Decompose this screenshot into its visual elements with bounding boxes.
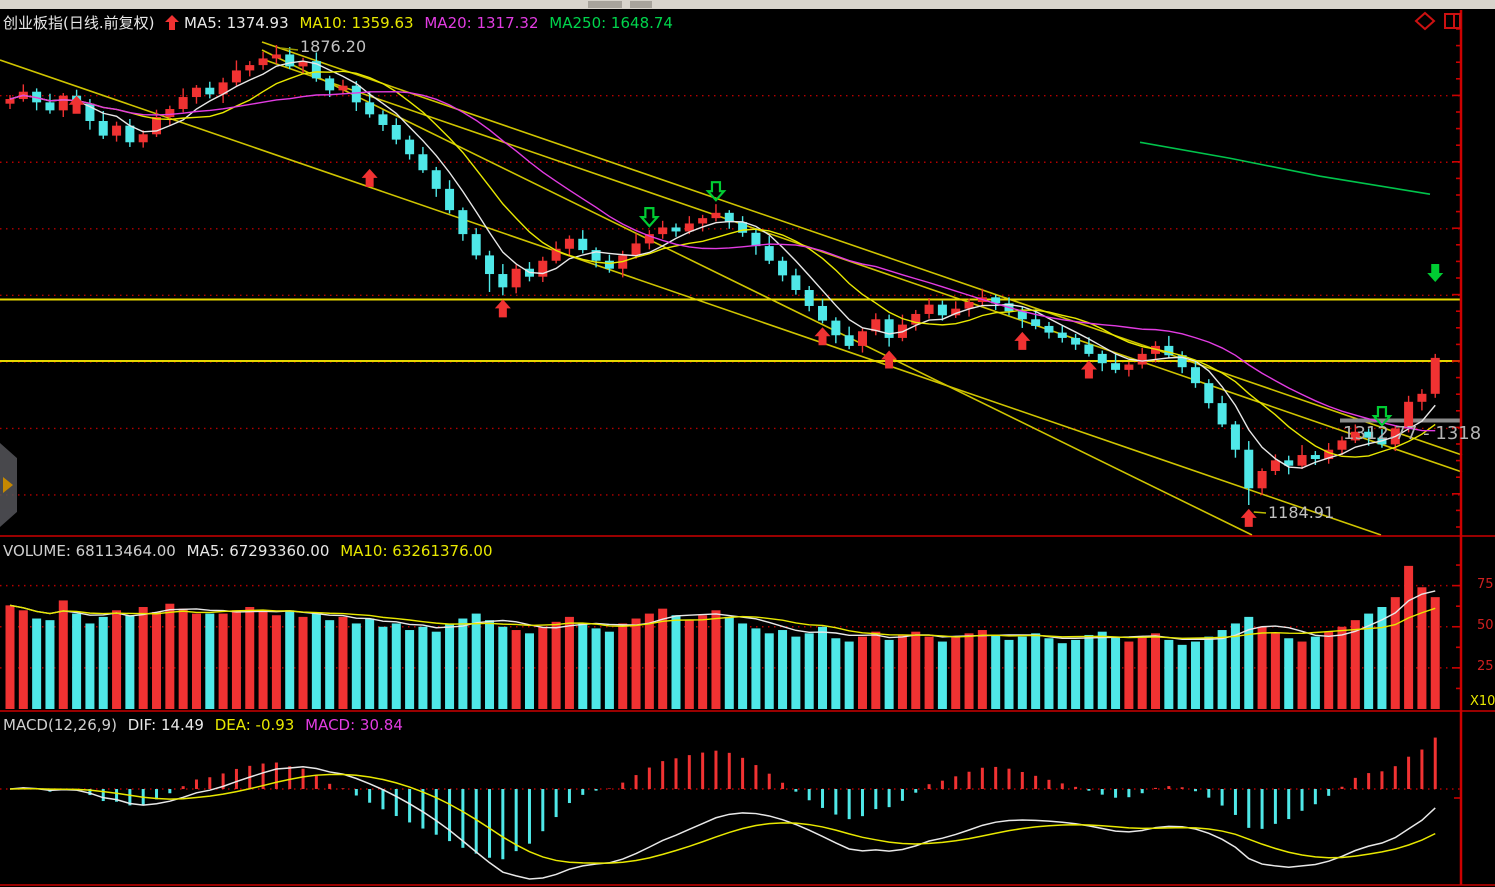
split-window-icon[interactable] [1443,11,1463,31]
price-ma20-line [10,92,1435,431]
dea-value: DEA: -0.93 [215,716,295,734]
volume-ma10-value: MA10: 63261376.00 [340,542,492,560]
ma250-value: MA250: 1648.74 [549,14,673,32]
volume-axis-label-50: 50 [1477,618,1494,633]
trendlines [0,42,1462,535]
high-price-label: 1876.20 [300,37,366,56]
volume-value: VOLUME: 68113464.00 [3,542,176,560]
ma5-value: MA5: 1374.93 [184,14,289,32]
price-pane-header: 创业板指(日线.前复权) MA5: 1374.93 MA10: 1359.63 … [3,12,679,33]
volume-axis-label-75: 75 [1477,577,1494,592]
low-label-pointer [1254,512,1266,513]
ma10-value: MA10: 1359.63 [299,14,413,32]
macd-formula: MACD(12,26,9) [3,716,117,734]
stock-chart-window: { "header": { "title": "创业板指(日线.前复权)", "… [0,0,1495,887]
up-arrow-icon [165,15,179,30]
flyout-arrow-icon [3,477,13,493]
macd-pane-header: MACD(12,26,9) DIF: 14.49 DEA: -0.93 MACD… [3,716,409,734]
volume-axis-label-25: 25 [1477,659,1494,674]
frame [0,10,1495,885]
macd-histogram [10,738,1435,860]
instrument-title: 创业板指(日线.前复权) [3,14,154,32]
diamond-icon[interactable] [1414,11,1436,31]
volume-scale-label: X10 [1470,694,1495,709]
volume-pane-header: VOLUME: 68113464.00 MA5: 67293360.00 MA1… [3,542,499,560]
volume-ma5-value: MA5: 67293360.00 [187,542,330,560]
low-price-label: 1184.91 [1268,503,1334,522]
ma20-value: MA20: 1317.32 [424,14,538,32]
chart-canvas[interactable] [0,0,1495,887]
macd-value: MACD: 30.84 [305,716,403,734]
price-ma250-line [1140,142,1430,194]
price-gridlines [0,96,1460,495]
dif-value: DIF: 14.49 [128,716,204,734]
range-label: 1312.77 - 1318 [1343,423,1481,444]
